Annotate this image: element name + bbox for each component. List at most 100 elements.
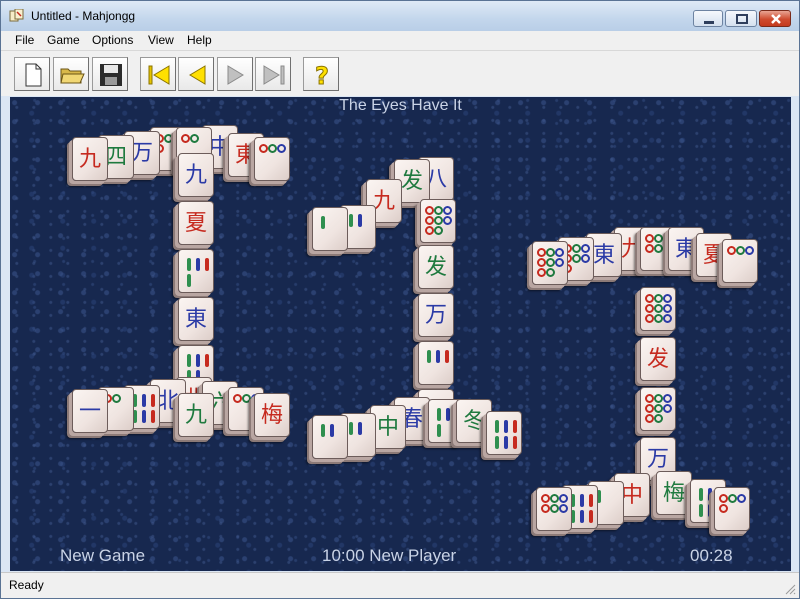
menu-game[interactable]: Game	[47, 33, 80, 47]
tile-dot	[434, 206, 443, 215]
tile-bamboo-stick	[437, 408, 441, 421]
redo-button[interactable]	[217, 57, 253, 91]
mahjong-tile[interactable]	[532, 241, 568, 285]
tile-dots	[645, 394, 673, 426]
tile-dot	[654, 414, 663, 423]
tile-dot	[645, 234, 654, 243]
game-board[interactable]: The Eyes Have It 九四万中東九夏東九一北北六梅九发八发万万中春冬…	[10, 97, 791, 571]
first-move-button[interactable]	[140, 57, 176, 91]
tile-dot	[736, 246, 745, 255]
tile-dot	[550, 494, 559, 503]
tile-bamboo-stick	[495, 420, 499, 433]
tile-dot	[242, 394, 251, 403]
tile-dot	[259, 144, 268, 153]
save-button[interactable]	[92, 57, 128, 91]
maximize-button[interactable]	[725, 10, 757, 27]
tile-dot	[537, 248, 546, 257]
mahjong-tile[interactable]	[420, 199, 456, 243]
tile-dot	[581, 244, 590, 253]
tile-dot	[537, 258, 546, 267]
tile-glyph: 東	[184, 307, 207, 332]
tile-bamboo-stick	[436, 350, 440, 363]
hint-button[interactable]: ?	[303, 57, 339, 91]
tile-bamboo-stick	[187, 258, 191, 271]
tile-glyph: 九	[184, 403, 207, 428]
tile-dot	[425, 206, 434, 215]
tile-dot	[663, 304, 672, 313]
tile-dot	[645, 304, 654, 313]
mahjong-tile[interactable]: 東	[178, 297, 214, 341]
tile-dot	[663, 294, 672, 303]
tile-bamboo-stick	[196, 258, 200, 271]
mahjong-tile[interactable]: 梅	[656, 471, 692, 515]
minimize-button[interactable]	[693, 10, 723, 27]
mahjong-tile[interactable]: 九	[178, 153, 214, 197]
tile-dot	[737, 494, 746, 503]
mahjong-tile[interactable]: 九	[72, 137, 108, 181]
tile-bamboo	[317, 422, 345, 454]
tile-dot	[233, 394, 242, 403]
mahjong-tile[interactable]: 夏	[178, 201, 214, 245]
mahjong-tile[interactable]	[418, 341, 454, 385]
tile-dot	[645, 244, 654, 253]
tile-bamboo	[345, 420, 373, 452]
close-icon	[771, 14, 781, 24]
tile-dot	[572, 254, 581, 263]
tile-dot	[745, 246, 754, 255]
resize-grip-icon[interactable]	[784, 583, 796, 595]
menu-options[interactable]: Options	[92, 33, 133, 47]
tile-dots	[645, 294, 673, 326]
tile-dot	[581, 254, 590, 263]
tile-dots	[541, 494, 569, 526]
new-button[interactable]	[14, 57, 50, 91]
menu-help[interactable]: Help	[187, 33, 212, 47]
mahjong-tile[interactable]	[714, 487, 750, 531]
mahjong-tile[interactable]: 万	[418, 293, 454, 337]
mahjong-tile[interactable]	[312, 207, 348, 251]
mahjong-tile[interactable]	[722, 239, 758, 283]
close-button[interactable]	[759, 10, 791, 27]
mahjong-tile[interactable]: 梅	[254, 393, 290, 437]
tile-bamboo-stick	[330, 424, 334, 437]
tile-bamboo	[345, 212, 373, 244]
undo-button[interactable]	[178, 57, 214, 91]
tile-dot	[112, 394, 121, 403]
mahjong-tile[interactable]	[312, 415, 348, 459]
tile-bamboo-stick	[445, 350, 449, 363]
app-window: Untitled - Mahjongg File Game Options Vi…	[0, 0, 800, 599]
mahjong-tile[interactable]	[536, 487, 572, 531]
mahjong-tile[interactable]: 发	[640, 337, 676, 381]
new-game-label[interactable]: New Game	[60, 546, 145, 566]
mahjong-tile[interactable]	[640, 387, 676, 431]
tile-dot	[555, 248, 564, 257]
mahjong-tile[interactable]	[254, 137, 290, 181]
minimize-icon	[704, 21, 714, 24]
tile-dot	[654, 404, 663, 413]
mahjong-tile[interactable]: 发	[418, 245, 454, 289]
tile-dot	[645, 294, 654, 303]
last-move-icon	[263, 65, 285, 85]
tile-dots	[259, 144, 287, 176]
mahjong-tile[interactable]: 一	[72, 389, 108, 433]
tile-dots	[537, 248, 565, 280]
menu-file[interactable]: File	[15, 33, 34, 47]
menu-view[interactable]: View	[148, 33, 174, 47]
tile-dot	[654, 314, 663, 323]
status-bar: Ready	[1, 572, 799, 598]
tile-bamboo-stick	[708, 504, 712, 517]
tile-glyph: 中	[376, 415, 399, 440]
mahjong-tile[interactable]: 九	[178, 393, 214, 437]
tile-bamboo-stick	[321, 216, 325, 229]
tile-bamboo-stick	[589, 494, 593, 507]
tile-dot	[663, 404, 672, 413]
tile-bamboo-stick	[151, 410, 155, 423]
mahjong-tile[interactable]	[640, 287, 676, 331]
tile-dot	[434, 216, 443, 225]
last-move-button[interactable]	[255, 57, 291, 91]
mahjong-tile[interactable]	[486, 411, 522, 455]
title-bar[interactable]: Untitled - Mahjongg	[1, 1, 799, 31]
mahjong-tile[interactable]	[178, 249, 214, 293]
tile-dot	[546, 258, 555, 267]
tile-bamboo-stick	[495, 436, 499, 449]
open-button[interactable]	[53, 57, 89, 91]
